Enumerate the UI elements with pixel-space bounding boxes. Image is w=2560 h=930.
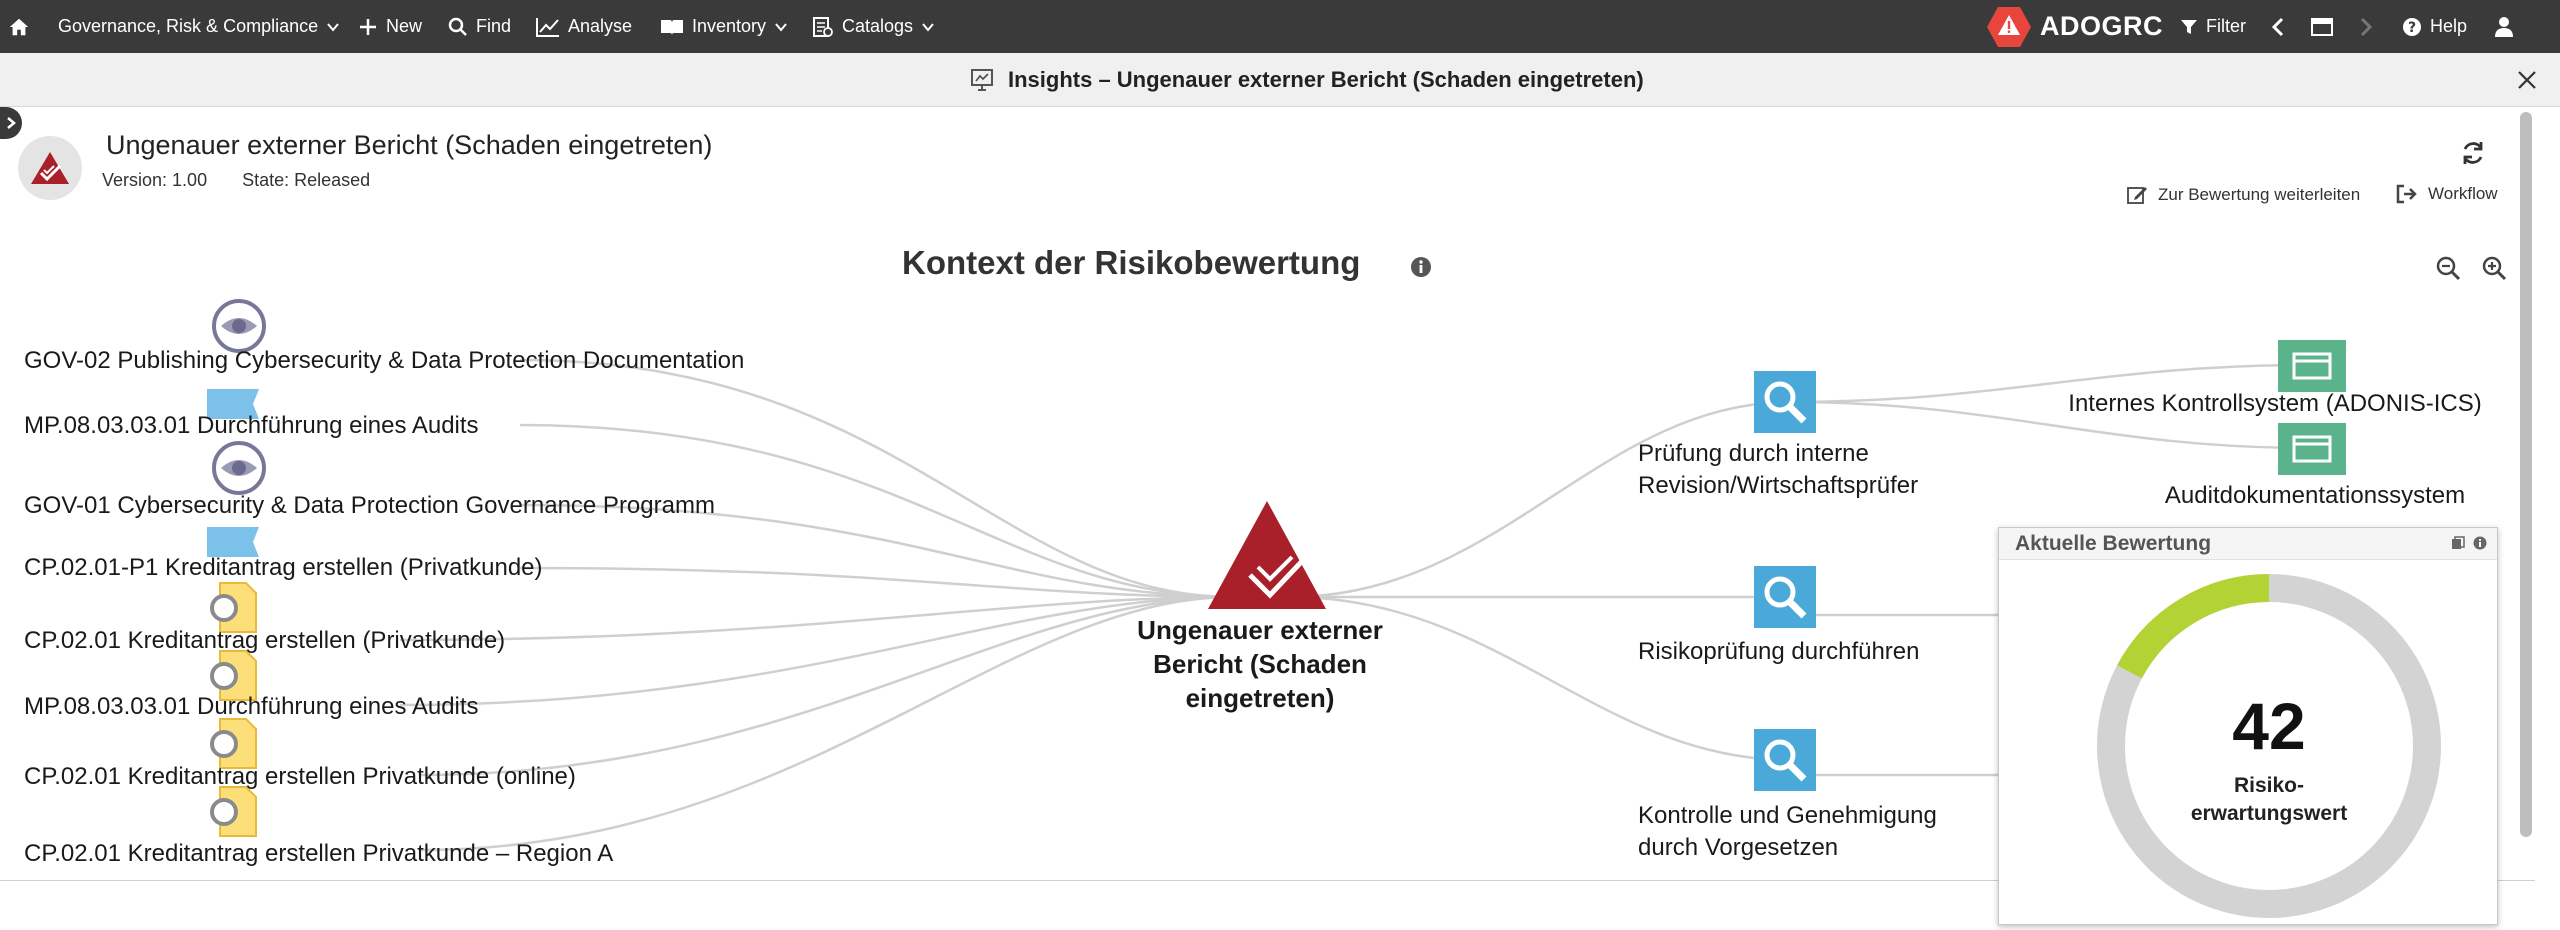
user-button[interactable] (2494, 0, 2514, 53)
refresh-icon[interactable] (2458, 138, 2488, 168)
widget-header: Aktuelle Bewertung (1999, 528, 2497, 560)
object-meta: Version: 1.00 State: Released (102, 170, 370, 191)
risk-triangle-icon (31, 152, 69, 184)
help-button[interactable]: ? Help (2402, 0, 2467, 53)
svg-text:?: ? (2408, 20, 2416, 36)
state-label: State: Released (242, 170, 371, 190)
workflow-button[interactable]: Workflow (2396, 184, 2498, 204)
home-icon (9, 18, 29, 35)
window-icon[interactable] (2278, 423, 2346, 475)
section-title: Kontext der Risikobewertung (902, 244, 1361, 281)
window-icon (2311, 17, 2333, 36)
zoom-in-icon[interactable] (2480, 254, 2508, 282)
version-label: Version: 1.00 (102, 170, 208, 190)
zoom-out-icon[interactable] (2434, 254, 2462, 282)
window-button[interactable] (2310, 0, 2334, 53)
magnifier-icon[interactable] (1754, 371, 1816, 433)
widget-title: Aktuelle Bewertung (2015, 532, 2212, 555)
user-icon (2495, 16, 2513, 37)
window-icon[interactable] (2278, 340, 2346, 392)
eye-icon[interactable] (211, 298, 267, 354)
system-node-label[interactable]: Internes Kontrollsystem (ADONIS-ICS) (2055, 390, 2495, 418)
chevron-right-icon (7, 117, 16, 129)
right-node-label[interactable]: Risikoprüfung durchführen (1638, 636, 1978, 668)
window-title: Insights – Ungenauer externer Bericht (S… (970, 53, 1644, 107)
close-icon[interactable] (2514, 67, 2540, 93)
chevron-right-icon (2360, 17, 2373, 36)
book-icon (661, 19, 683, 35)
left-node-label[interactable]: CP.02.01 Kreditantrag erstellen (Privatk… (24, 627, 505, 655)
magnifier-icon[interactable] (1754, 566, 1816, 628)
presentation-icon (971, 69, 993, 91)
magnifier-icon[interactable] (1754, 729, 1816, 791)
left-node-label[interactable]: CP.02.01 Kreditantrag erstellen Privatku… (24, 763, 576, 791)
vertical-scrollbar[interactable] (2520, 112, 2532, 837)
object-title: Ungenauer externer Bericht (Schaden eing… (106, 130, 713, 160)
copy-icon[interactable] (2451, 536, 2465, 550)
menu-analyse[interactable]: Analyse (536, 0, 632, 53)
forward-to-assessment-button[interactable]: Zur Bewertung weiterleiten (2126, 184, 2360, 206)
risk-value: 42 (2232, 689, 2306, 763)
back-button[interactable] (2270, 0, 2286, 53)
plus-icon (360, 18, 376, 35)
brand-logo: ADOGRC (1986, 0, 2163, 53)
info-icon[interactable] (1410, 256, 1432, 278)
search-icon (448, 17, 467, 36)
document-icon[interactable] (208, 784, 260, 840)
home-button[interactable] (8, 0, 30, 53)
right-node-label[interactable]: Kontrolle und Genehmigung durch Vorgeset… (1638, 800, 1978, 865)
left-node-label[interactable]: MP.08.03.03.01 Durchführung eines Audits (24, 412, 479, 440)
system-node-label[interactable]: Auditdokumentationssystem (2115, 482, 2515, 510)
left-node-label[interactable]: CP.02.01 Kreditantrag erstellen Privatku… (24, 840, 613, 868)
chevron-left-icon (2271, 17, 2284, 36)
top-navigation-bar: Governance, Risk & Compliance New Find A… (0, 0, 2560, 53)
chevron-down-icon (922, 22, 934, 32)
risk-value-label: Risiko- erwartungswert (2190, 774, 2348, 826)
menu-catalogs[interactable]: Catalogs (812, 0, 935, 53)
sign-out-icon (2396, 184, 2417, 204)
catalog-icon (813, 16, 833, 37)
risk-object-logo (18, 136, 82, 200)
warning-hexagon-icon (1987, 6, 2031, 47)
menu-inventory[interactable]: Inventory (660, 0, 788, 53)
filter-button[interactable]: Filter (2180, 0, 2246, 53)
menu-find[interactable]: Find (448, 0, 511, 53)
help-icon: ? (2403, 17, 2421, 36)
donut-value-arc (2117, 574, 2270, 679)
widget-tools (2451, 536, 2487, 550)
chart-line-icon (536, 17, 559, 37)
left-node-label[interactable]: CP.02.01-P1 Kreditantrag erstellen (Priv… (24, 554, 543, 582)
filter-icon (2181, 19, 2197, 34)
chevron-down-icon (327, 22, 339, 32)
center-node-label[interactable]: Ungenauer externer Bericht (Schaden eing… (1100, 614, 1420, 715)
menu-new[interactable]: New (358, 0, 422, 53)
risk-triangle-icon[interactable] (1204, 497, 1330, 613)
window-title-bar: Insights – Ungenauer externer Bericht (S… (0, 53, 2560, 107)
left-node-label[interactable]: GOV-02 Publishing Cybersecurity & Data P… (24, 347, 744, 375)
current-assessment-widget: Aktuelle Bewertung 42 Risiko- erwartungs… (1998, 527, 2498, 925)
right-node-label[interactable]: Prüfung durch interne Revision/Wirtschaf… (1638, 438, 1978, 503)
eye-icon[interactable] (211, 440, 267, 496)
forward-button[interactable] (2358, 0, 2374, 53)
left-node-label[interactable]: GOV-01 Cybersecurity & Data Protection G… (24, 492, 715, 520)
menu-governance[interactable]: Governance, Risk & Compliance (58, 0, 340, 53)
chevron-down-icon (775, 22, 787, 32)
edit-icon (2127, 187, 2147, 204)
info-icon[interactable] (2473, 536, 2487, 550)
